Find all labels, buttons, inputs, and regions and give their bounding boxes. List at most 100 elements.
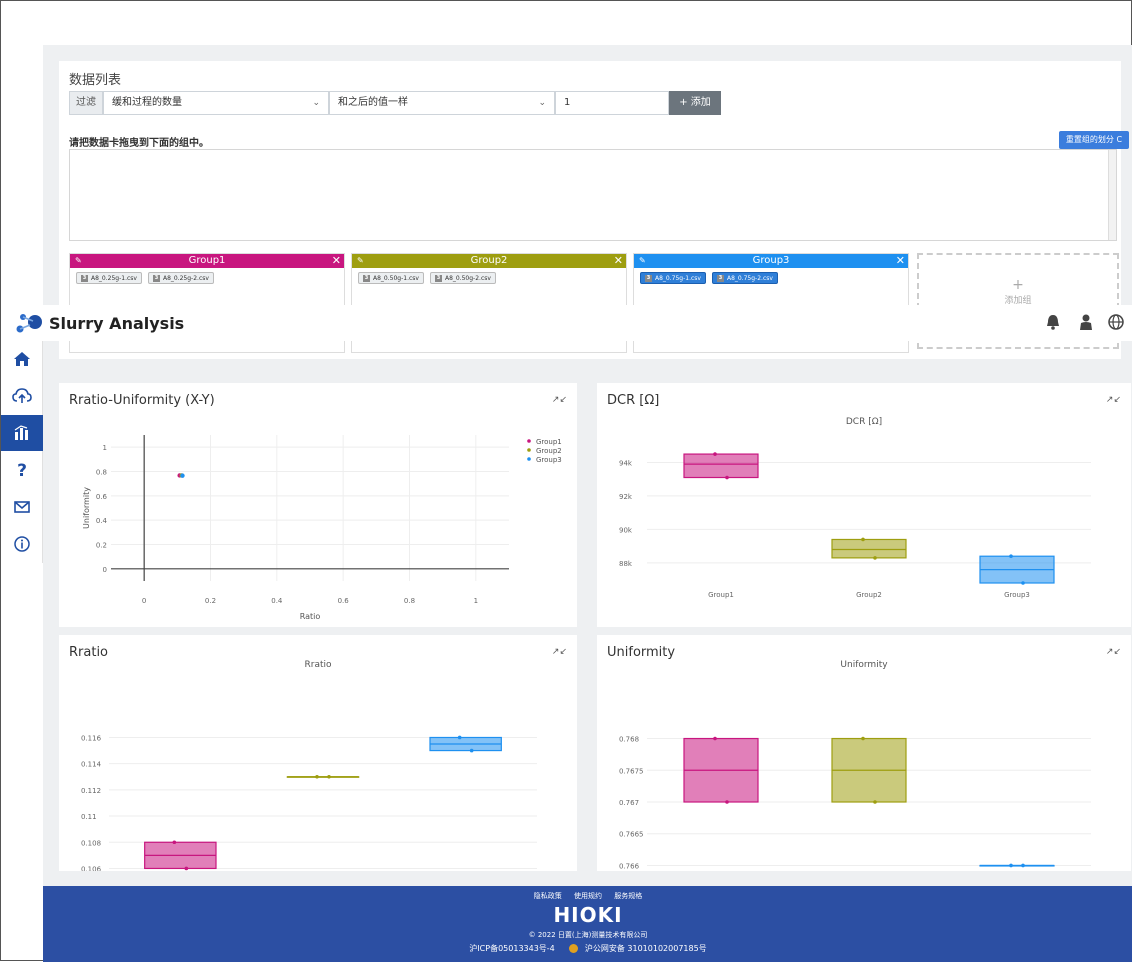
y-tick-label: 90k	[619, 526, 633, 534]
file-badge-icon: 3	[81, 275, 88, 282]
filter-op-value: 和之后的值一样	[338, 97, 408, 108]
mail-icon	[14, 501, 30, 513]
file-chip[interactable]: 3 A8_0.25g-2.csv	[147, 272, 214, 284]
edit-icon[interactable]: ✎	[75, 254, 82, 268]
file-name: A8_0.75g-2.csv	[726, 275, 773, 282]
legend-marker	[527, 448, 531, 452]
ungrouped-drop-area[interactable]	[69, 149, 1117, 241]
svg-text:?: ?	[17, 461, 27, 479]
file-name: A8_0.25g-2.csv	[162, 275, 209, 282]
footer-links: 隐私政策 使用规约 服务规格	[43, 891, 1132, 901]
x-tick-label: 0.2	[205, 597, 216, 605]
y-tick-label: 0.116	[81, 734, 102, 742]
dcr-chart: DCR [Ω] 88k 90k 92k 94k Group1 Group2 Group3	[619, 417, 1091, 599]
x-tick-label: 0.6	[338, 597, 350, 605]
plus-icon: +	[1012, 277, 1024, 293]
cloud-upload-icon	[12, 388, 32, 403]
app-logo-icon[interactable]	[13, 311, 47, 335]
data-point	[1021, 581, 1025, 585]
y-tick-label: 0.106	[81, 865, 102, 871]
filter-field-select[interactable]: 缓和过程的数量 ⌄	[103, 91, 329, 115]
close-icon[interactable]: ✕	[332, 254, 341, 268]
file-badge-icon: 3	[152, 275, 160, 282]
drag-hint: 请把数据卡拖曳到下面的组中。	[69, 138, 209, 149]
icp-number[interactable]: 沪ICP备05013343号-4	[469, 944, 554, 953]
y-tick-label: 0.108	[81, 839, 101, 847]
data-point	[1009, 863, 1013, 868]
data-point	[469, 748, 474, 753]
group-header: ✎ Group3 ✕	[634, 254, 908, 268]
file-chip[interactable]: 3 A8_0.75g-2.csv	[711, 272, 778, 284]
privacy-link[interactable]: 隐私政策	[534, 892, 562, 900]
data-point	[172, 840, 177, 845]
chevron-down-icon: ⌄	[538, 98, 546, 108]
filter-value-input[interactable]: 1	[555, 91, 669, 115]
chart-icon	[14, 425, 28, 440]
file-chip[interactable]: 3 A8_0.50g-1.csv	[358, 272, 424, 284]
info-icon	[14, 536, 30, 552]
file-chip[interactable]: 3 A8_0.50g-2.csv	[429, 272, 496, 284]
data-point	[184, 866, 189, 871]
dcr-card: DCR [Ω] ↗↙ DCR [Ω] 88k 90k 92k 94k Group1 Grou…	[597, 383, 1131, 627]
file-name: A8_0.25g-1.csv	[91, 275, 137, 282]
scrollbar[interactable]	[1108, 150, 1116, 240]
y-tick-label: 0.114	[81, 761, 102, 769]
x-tick-label: Group2	[856, 591, 882, 599]
sidebar-item-home[interactable]	[1, 341, 43, 377]
close-icon[interactable]: ✕	[614, 254, 623, 268]
police-badge-icon	[569, 944, 579, 953]
edit-icon[interactable]: ✎	[357, 254, 364, 268]
sidebar-item-help[interactable]: ?	[1, 452, 43, 488]
group-header: ✎ Group2 ✕	[352, 254, 626, 268]
app-title: Slurry Analysis	[49, 314, 185, 333]
file-badge-icon: 3	[434, 275, 442, 282]
file-badge-icon: 3	[716, 275, 724, 282]
file-chip[interactable]: 3 A8_0.25g-1.csv	[76, 272, 142, 284]
reset-groups-button[interactable]: 重置组的划分 C	[1059, 131, 1129, 149]
chevron-down-icon: ⌄	[312, 98, 320, 108]
y-tick-label: 0.4	[96, 517, 108, 525]
x-tick-label: 0.4	[271, 597, 283, 605]
terms-link[interactable]: 使用规约	[574, 892, 602, 900]
user-icon[interactable]	[1077, 313, 1095, 331]
uniformity-card: Uniformity ↗↙ Uniformity 0.766 0.7665 0.767…	[597, 635, 1131, 871]
y-tick-label: 0.8	[96, 469, 107, 477]
legend-label: Group2	[536, 447, 562, 455]
sidebar-item-mail[interactable]	[1, 489, 43, 525]
sidebar-item-analysis[interactable]	[1, 415, 43, 451]
sidebar: ?	[1, 341, 43, 563]
y-tick-label: 0.767	[619, 799, 639, 807]
police-number[interactable]: 沪公网安备 31010102007185号	[585, 944, 707, 953]
file-badge-icon: 3	[363, 275, 370, 282]
group-file-list: 3 A8_0.25g-1.csv 3 A8_0.25g-2.csv	[70, 268, 344, 288]
add-filter-button[interactable]: + 添加	[669, 91, 721, 115]
box	[831, 538, 907, 559]
app-window: 数据列表 过滤 缓和过程的数量 ⌄ 和之后的值一样 ⌄ 1 + 添加 请把数据卡…	[0, 0, 1132, 962]
data-point	[327, 774, 331, 779]
y-tick-label: 0.11	[81, 813, 97, 821]
globe-icon[interactable]	[1107, 313, 1125, 331]
group-name: Group3	[752, 255, 790, 266]
rratio-card: Rratio ↗↙ Rratio 0.106 0.108 0.11 0.112 0.114…	[59, 635, 577, 871]
sidebar-item-upload[interactable]	[1, 378, 43, 414]
scatter-point	[180, 473, 185, 478]
sidebar-item-info[interactable]	[1, 526, 43, 562]
data-point	[873, 556, 877, 560]
edit-icon[interactable]: ✎	[639, 254, 646, 268]
x-axis-label: Ratio	[300, 612, 321, 621]
footer: 隐私政策 使用规约 服务规格 HIOKI © 2022 日置(上海)测量技术有限…	[43, 886, 1132, 962]
top-bar: Slurry Analysis	[1, 305, 1132, 341]
service-link[interactable]: 服务规格	[614, 892, 642, 900]
data-point	[1009, 554, 1013, 559]
data-point	[457, 735, 462, 740]
legend-marker	[527, 457, 531, 461]
filter-op-select[interactable]: 和之后的值一样 ⌄	[329, 91, 555, 115]
y-tick-label: 92k	[619, 493, 633, 501]
bell-icon[interactable]	[1044, 313, 1062, 331]
legend-label: Group3	[536, 456, 562, 464]
chart-title: Rratio	[304, 660, 331, 670]
file-chip[interactable]: 3 A8_0.75g-1.csv	[640, 272, 706, 284]
file-name: A8_0.75g-1.csv	[655, 275, 701, 282]
close-icon[interactable]: ✕	[896, 254, 905, 268]
data-list-title: 数据列表	[69, 73, 122, 88]
